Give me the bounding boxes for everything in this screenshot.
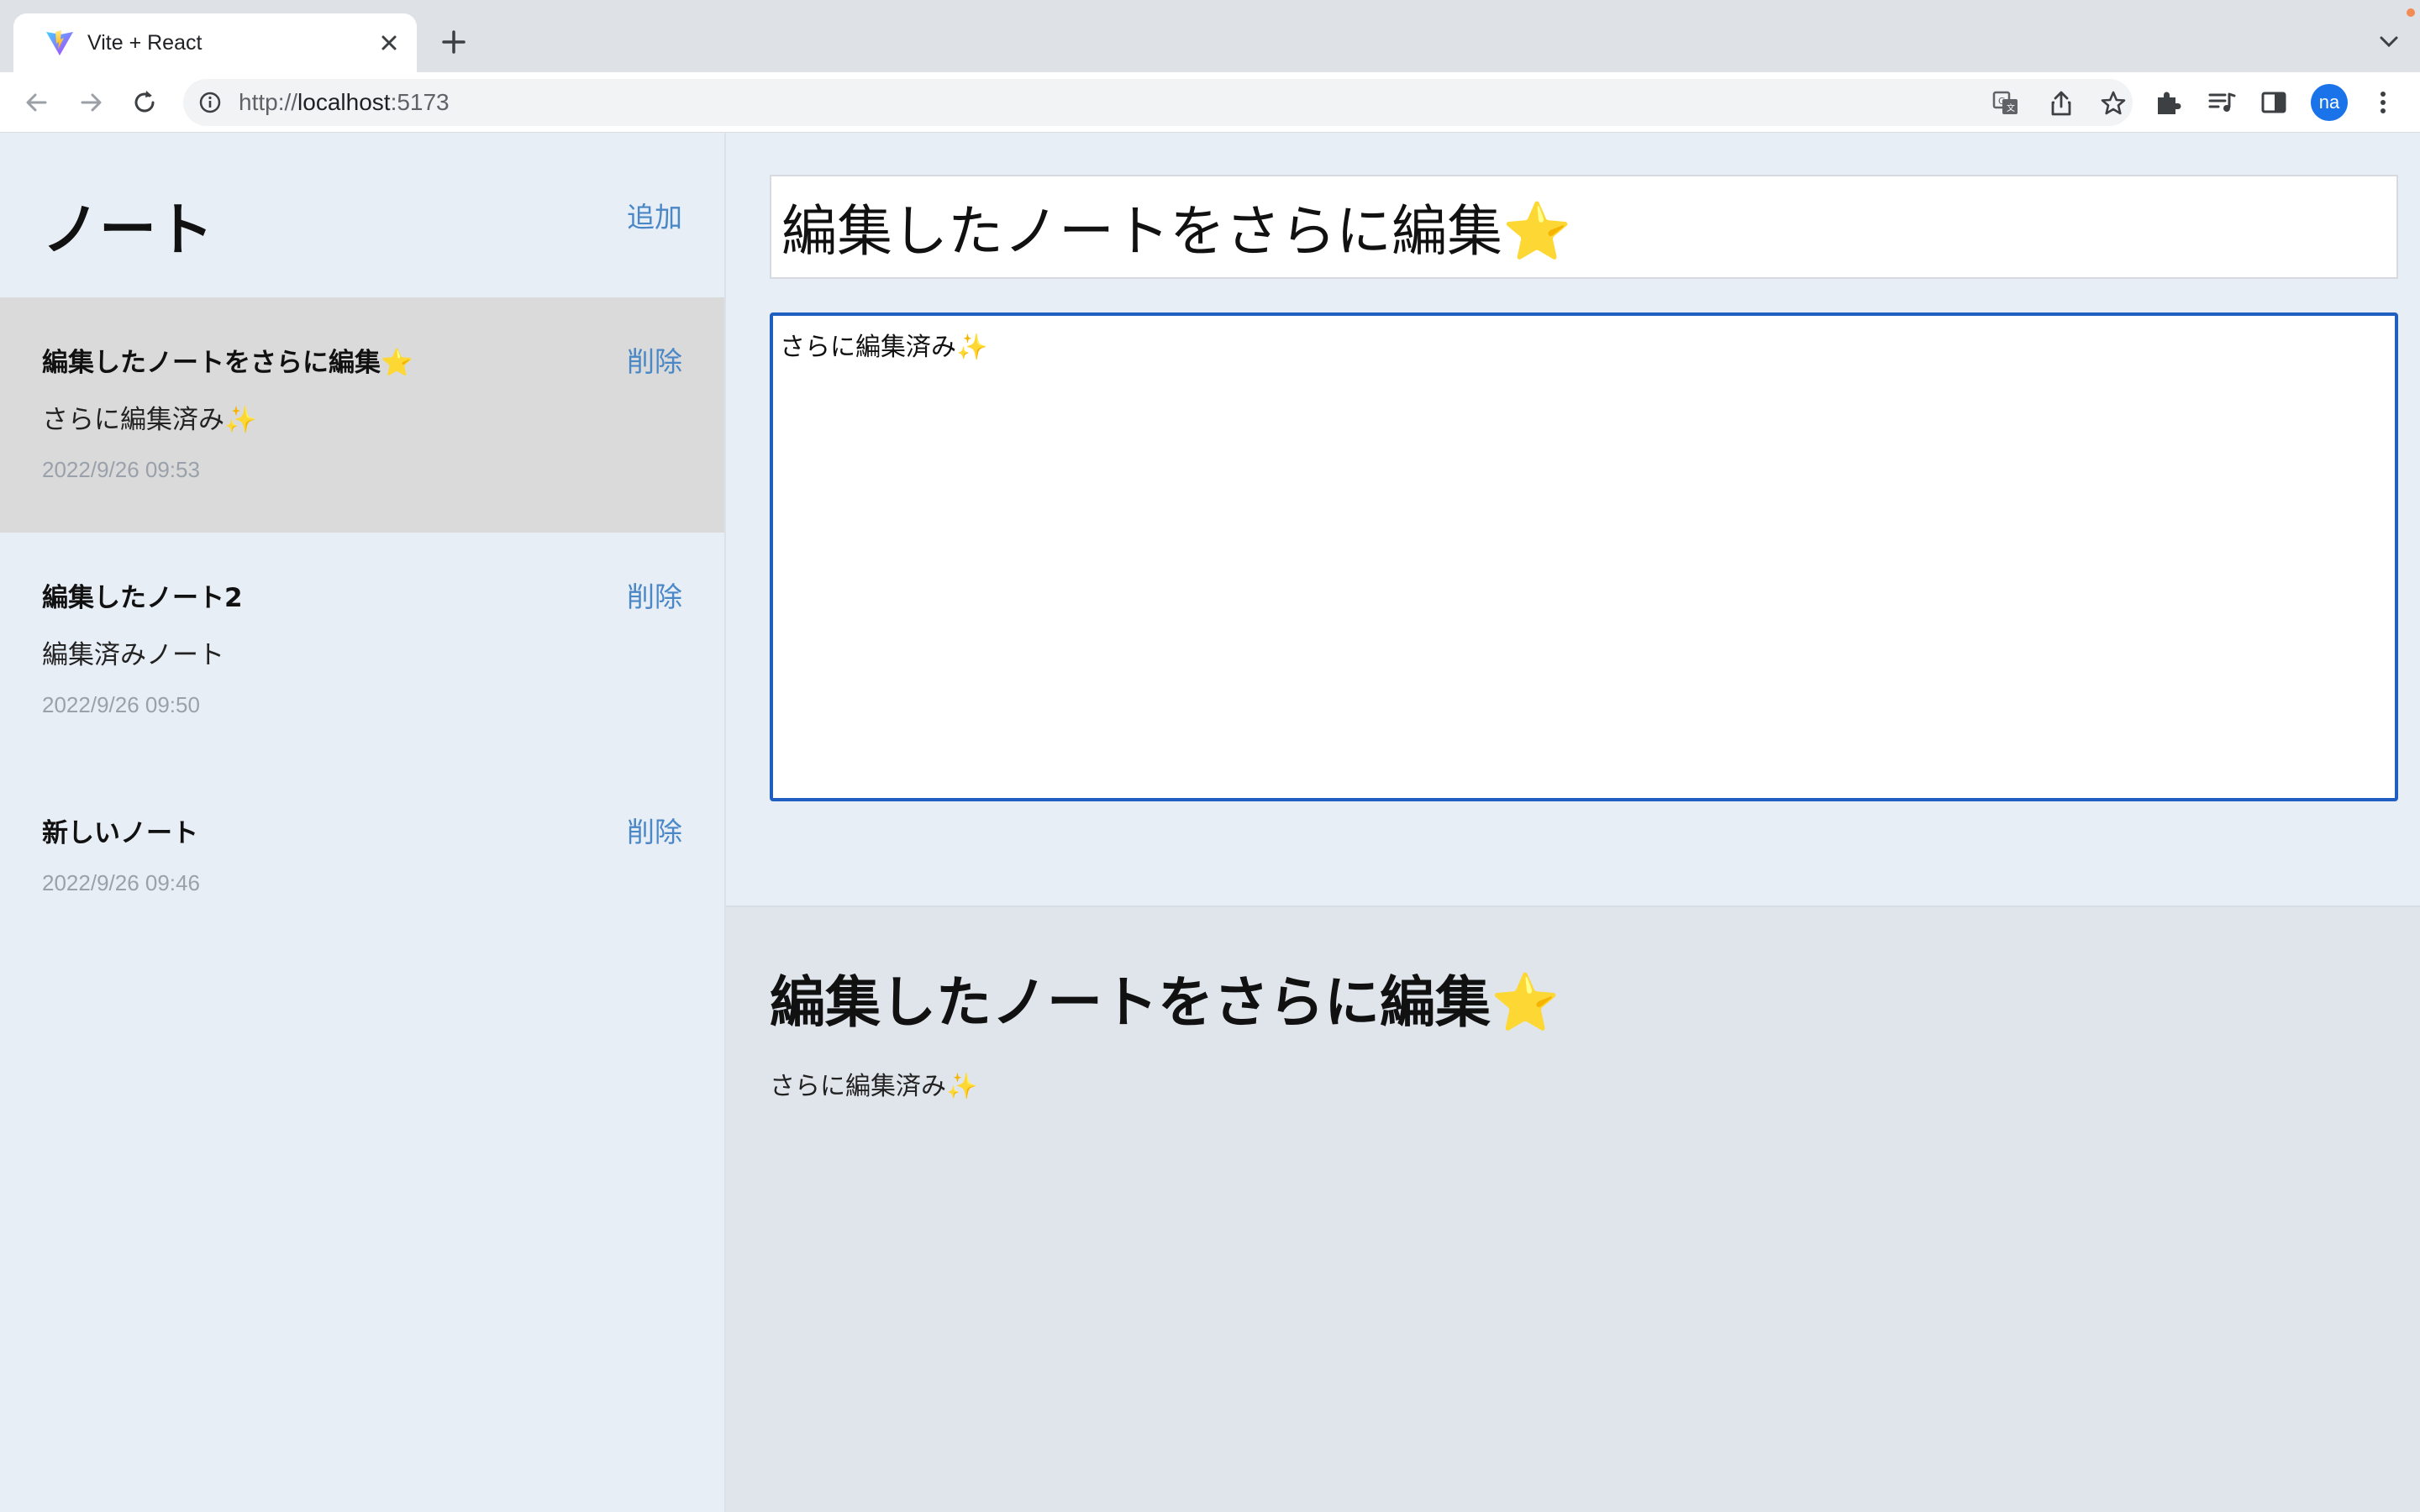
delete-note-button[interactable]: 削除: [627, 810, 682, 850]
notification-dot: [2407, 8, 2415, 17]
notes-sidebar: ノート 追加 編集したノートをさらに編集⭐ 削除 さらに編集済み✨ 2022/9…: [0, 133, 726, 1512]
address-bar[interactable]: http://localhost:5173 G 文: [183, 79, 2133, 126]
browser-tabstrip: Vite + React: [0, 0, 2420, 72]
sidebar-header: ノート 追加: [0, 133, 724, 297]
preview-body: さらに編集済み✨: [770, 1072, 978, 1101]
url-text[interactable]: http://localhost:5173: [239, 79, 450, 126]
note-body-textarea[interactable]: さらに編集済み✨: [770, 312, 2398, 801]
media-queue-icon[interactable]: [2207, 87, 2237, 118]
svg-text:文: 文: [2007, 102, 2015, 113]
side-panel-icon[interactable]: [2259, 87, 2289, 118]
note-date: 2022/9/26 09:46: [42, 870, 200, 895]
extensions-icon[interactable]: [2153, 87, 2183, 118]
main-panel: さらに編集済み✨ 編集したノートをさらに編集⭐ さらに編集済み✨: [726, 133, 2420, 1512]
preview-title: 編集したノートをさらに編集⭐: [770, 970, 1560, 1035]
browser-tab[interactable]: Vite + React: [13, 13, 417, 72]
note-date: 2022/9/26 09:50: [42, 692, 200, 717]
browser-toolbar: http://localhost:5173 G 文 na: [0, 72, 2420, 133]
note-preview-text: 編集済みノート: [42, 640, 224, 670]
translate-icon[interactable]: G 文: [1991, 89, 2020, 118]
note-title: 新しいノート: [42, 818, 198, 848]
note-preview: 編集したノートをさらに編集⭐ さらに編集済み✨: [726, 906, 2420, 1512]
svg-text:G: G: [1998, 96, 2006, 107]
back-arrow-icon[interactable]: [20, 86, 54, 119]
add-note-button[interactable]: 追加: [627, 195, 682, 235]
chevron-down-icon[interactable]: [2375, 27, 2403, 55]
new-tab-icon[interactable]: [437, 25, 471, 59]
tab-title: Vite + React: [87, 31, 203, 55]
bookmark-star-icon[interactable]: [2099, 89, 2128, 118]
share-icon[interactable]: [2047, 89, 2075, 118]
profile-avatar[interactable]: na: [2311, 84, 2348, 121]
note-item-1[interactable]: 編集したノートをさらに編集⭐ 削除 さらに編集済み✨ 2022/9/26 09:…: [0, 297, 724, 533]
site-info-icon[interactable]: [198, 91, 222, 114]
delete-note-button[interactable]: 削除: [627, 575, 682, 615]
note-editor: さらに編集済み✨: [726, 133, 2420, 906]
forward-arrow-icon[interactable]: [74, 86, 108, 119]
note-title: 編集したノート2: [42, 583, 243, 613]
note-title-input[interactable]: [770, 175, 2398, 279]
more-menu-icon[interactable]: [2368, 87, 2398, 118]
note-preview-text: さらに編集済み✨: [42, 405, 257, 435]
vite-logo-icon: [46, 30, 73, 55]
reload-icon[interactable]: [128, 86, 161, 119]
note-date: 2022/9/26 09:53: [42, 457, 200, 482]
note-title: 編集したノートをさらに編集⭐: [42, 348, 413, 378]
note-item-3[interactable]: 新しいノート 削除 2022/9/26 09:46: [0, 768, 724, 946]
note-item-2[interactable]: 編集したノート2 削除 編集済みノート 2022/9/26 09:50: [0, 533, 724, 768]
close-tab-icon[interactable]: [376, 30, 402, 55]
sidebar-title: ノート: [42, 197, 214, 264]
delete-note-button[interactable]: 削除: [627, 339, 682, 380]
